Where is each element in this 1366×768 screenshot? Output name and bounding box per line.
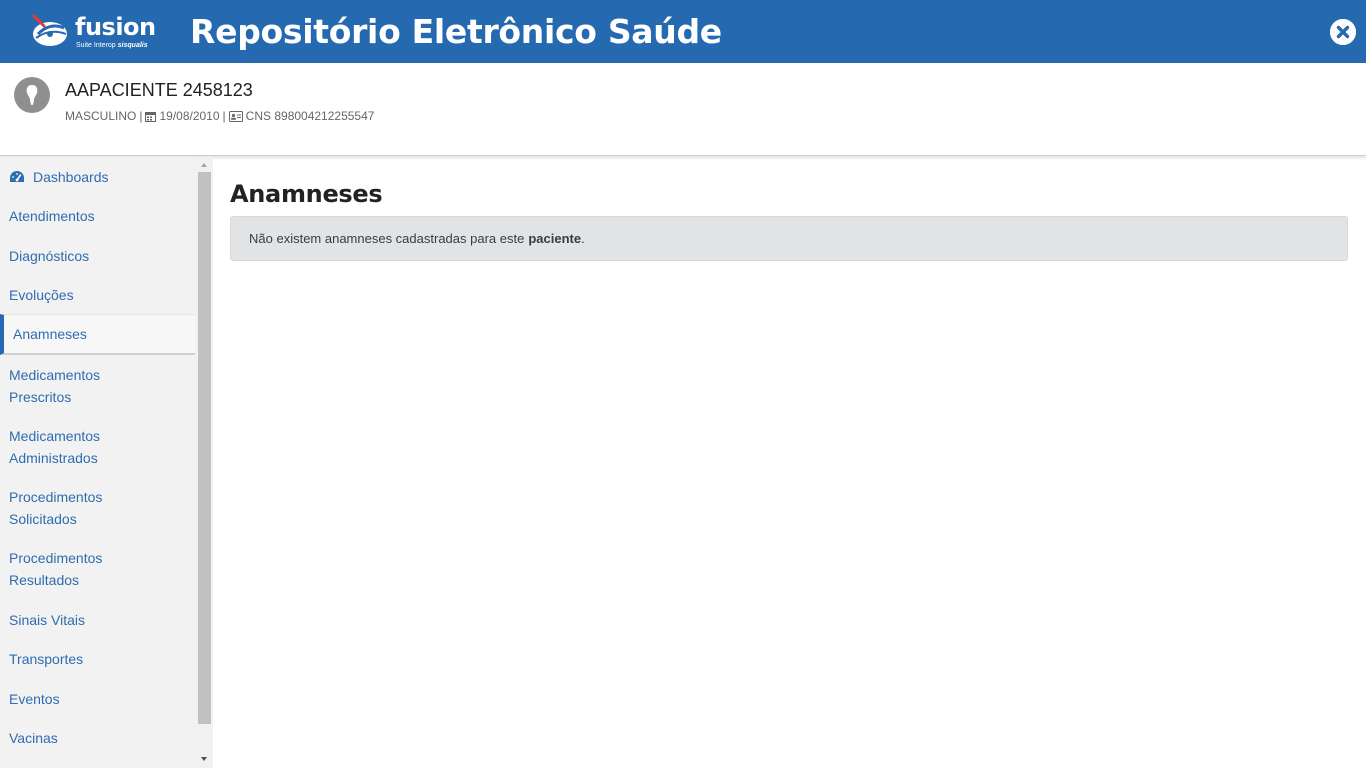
sidebar-item-label: Anamneses <box>13 326 87 342</box>
sidebar-item-label: Eventos <box>9 690 60 707</box>
sidebar-item-atendimentos[interactable]: Atendimentos <box>0 196 195 236</box>
sidebar-item-transportes[interactable]: Transportes <box>0 639 195 679</box>
logo-mark-icon <box>32 14 67 46</box>
page-title: Anamneses <box>230 180 383 208</box>
empty-state-alert: Não existem anamneses cadastradas para e… <box>230 216 1348 261</box>
sidebar-item-label: Atendimentos <box>9 208 95 224</box>
sidebar: Dashboards Atendimentos Diagnósticos Evo… <box>0 157 213 768</box>
sidebar-item-sinais-vitais[interactable]: Sinais Vitais <box>0 600 195 639</box>
dashboard-icon <box>10 170 24 182</box>
patient-avatar <box>14 77 50 113</box>
sidebar-scroll-thumb[interactable] <box>198 172 211 724</box>
alert-bold-text: paciente <box>528 231 582 246</box>
calendar-icon <box>145 111 157 122</box>
sidebar-item-medicamentos-prescritos[interactable]: Medicamentos Prescritos <box>0 355 195 416</box>
sidebar-item-anamneses[interactable]: Anamneses <box>0 314 195 355</box>
sidebar-item-label: Evoluções <box>9 287 74 303</box>
sidebar-item-label: Sinais Vitais <box>9 611 86 628</box>
scroll-down-arrow-icon[interactable] <box>199 754 209 764</box>
patient-sex: MASCULINO <box>65 109 137 123</box>
sidebar-item-procedimentos-resultados[interactable]: Procedimentos Resultados <box>0 538 195 600</box>
separator: | <box>139 109 143 123</box>
sidebar-item-label: Vacinas <box>9 730 58 746</box>
sidebar-item-label: Transportes <box>9 651 84 667</box>
patient-details: MASCULINO | 19/08/2010 | CNS 89800421225… <box>65 109 374 123</box>
sidebar-item-procedimentos-solicitados[interactable]: Procedimentos Solicitados <box>0 477 195 538</box>
patient-name: AAPACIENTE 2458123 <box>65 80 253 100</box>
sidebar-item-evolucoes[interactable]: Evoluções <box>0 276 195 314</box>
sidebar-item-label: Dashboards <box>33 168 109 185</box>
sidebar-item-label: Medicamentos Administrados <box>9 427 101 466</box>
app-title: Repositório Eletrônico Saúde <box>190 12 722 51</box>
patient-birth-date: 19/08/2010 <box>159 109 220 123</box>
sidebar-item-eventos[interactable]: Eventos <box>0 679 195 718</box>
alert-text: Não existem anamneses cadastradas para e… <box>249 231 525 246</box>
patient-header: AAPACIENTE 2458123 MASCULINO | 19/08/201… <box>0 63 1366 156</box>
sidebar-item-dashboards[interactable]: Dashboards <box>0 157 195 196</box>
sidebar-item-label: Procedimentos Resultados <box>9 550 103 588</box>
app-header: fusion Suite Interop sisqualis Repositór… <box>0 0 1366 63</box>
sidebar-item-vacinas[interactable]: Vacinas <box>0 718 195 758</box>
logo-wordmark: fusion <box>75 13 156 41</box>
separator: | <box>222 109 226 123</box>
id-card-icon <box>228 110 243 122</box>
close-button[interactable] <box>1330 19 1356 45</box>
fusion-logo: fusion Suite Interop sisqualis <box>30 12 156 52</box>
sidebar-item-label: Procedimentos Solicitados <box>9 488 103 527</box>
alert-end: . <box>581 231 585 246</box>
cns-label: CNS <box>245 109 271 123</box>
sidebar-item-label: Diagnósticos <box>9 248 90 264</box>
close-circle-icon <box>1330 19 1356 45</box>
sidebar-item-medicamentos-administrados[interactable]: Medicamentos Administrados <box>0 416 195 477</box>
sidebar-item-diagnosticos[interactable]: Diagnósticos <box>0 236 195 276</box>
patient-silhouette-icon <box>26 85 38 105</box>
scroll-up-arrow-icon[interactable] <box>199 160 209 170</box>
logo-tagline: Suite Interop sisqualis <box>76 42 148 49</box>
patient-cns: 898004212255547 <box>274 109 375 123</box>
sidebar-item-label: Medicamentos Prescritos <box>9 366 101 405</box>
sidebar-nav: Dashboards Atendimentos Diagnósticos Evo… <box>0 157 195 758</box>
